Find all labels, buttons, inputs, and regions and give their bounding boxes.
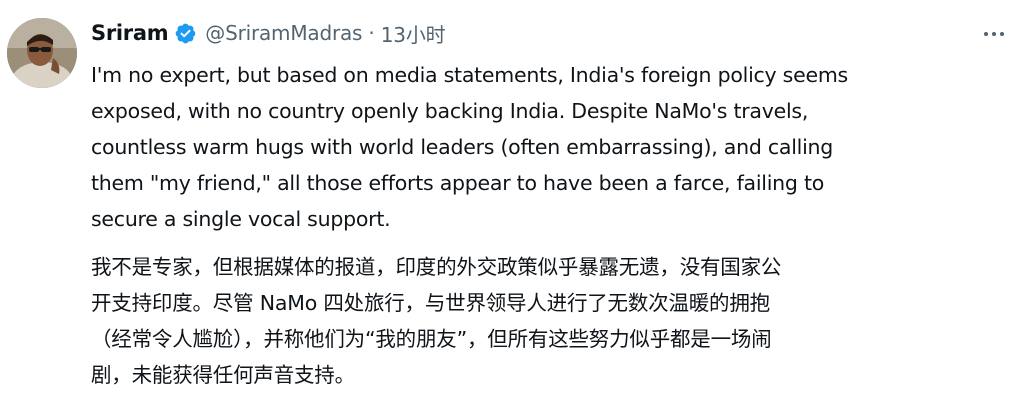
tweet-text-line: I'm no expert, but based on media statem… (91, 63, 848, 87)
avatar[interactable] (7, 18, 77, 88)
tweet-text-line: 我不是专家，但根据媒体的报道，印度的外交政策似乎暴露无遗，没有国家公 (91, 255, 782, 279)
verified-badge-icon (174, 22, 197, 45)
tweet-text-english: I'm no expert, but based on media statem… (91, 57, 1011, 237)
tweet-text-line: （经常令人尴尬），并称他们为“我的朋友”，但所有这些努力似乎都是一场闹 (91, 327, 772, 351)
tweet-text-line: 剧，未能获得任何声音支持。 (91, 363, 355, 387)
more-options-icon[interactable] (978, 24, 1010, 44)
tweet-text-line: secure a single vocal support. (91, 207, 391, 231)
tweet-text-line: 开支持印度。尽管 NaMo 四处旅行，与世界领导人进行了无数次温暖的拥抱 (91, 291, 770, 315)
tweet-timestamp[interactable]: 13小时 (381, 19, 446, 48)
author-name[interactable]: Sriram (91, 21, 169, 45)
tweet-text-chinese: 我不是专家，但根据媒体的报道，印度的外交政策似乎暴露无遗，没有国家公 开支持印度… (91, 249, 1016, 393)
tweet-text-line: them "my friend," all those efforts appe… (91, 171, 825, 195)
meta-separator: · (368, 21, 375, 45)
author-handle[interactable]: @SriramMadras (205, 21, 362, 45)
tweet: Sriram @SriramMadras · 13小时 I'm no exper… (0, 0, 1023, 410)
tweet-text-line: exposed, with no country openly backing … (91, 99, 809, 123)
tweet-text-line: countless warm hugs with world leaders (… (91, 135, 834, 159)
avatar-image (7, 18, 77, 88)
tweet-header: Sriram @SriramMadras · 13小时 (91, 17, 446, 49)
